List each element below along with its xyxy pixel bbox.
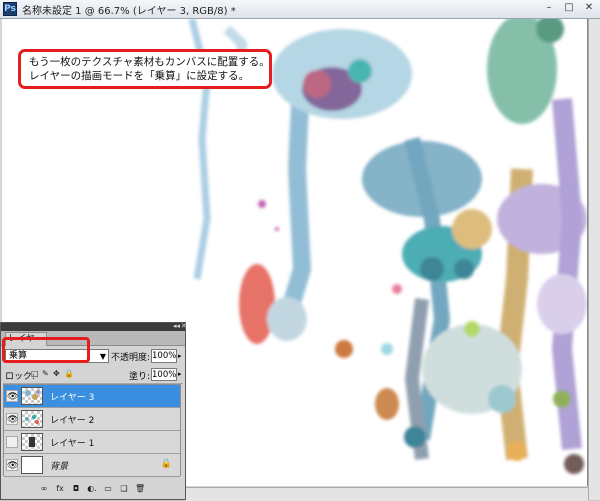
- new-group-icon[interactable]: ▭: [103, 484, 113, 493]
- layer-name: レイヤー 3: [50, 393, 95, 403]
- layer-thumbnail: [21, 410, 43, 428]
- layer-row-3[interactable]: 👁 レイヤー 3: [4, 385, 180, 408]
- thumbnail-art: [29, 437, 35, 447]
- layer-list: 👁 レイヤー 3 👁 レイヤー 2 レイヤー 1 👁 背景 🔒: [3, 384, 181, 477]
- fill-label: 塗り:: [129, 372, 151, 382]
- layer-thumbnail: [21, 456, 43, 474]
- callout-line-1: もう一枚のテクスチャ素材もカンバスに配置する。: [29, 56, 270, 68]
- callout-line-2: レイヤーの描画モードを「乗算」に設定する。: [29, 70, 250, 82]
- minimize-icon[interactable]: –: [542, 2, 556, 15]
- window-controls: – □ ✕: [542, 2, 596, 15]
- eye-icon[interactable]: 👁: [6, 459, 18, 471]
- blend-mode-highlight: [2, 337, 90, 363]
- layer-name: レイヤー 2: [50, 416, 95, 426]
- fill-input[interactable]: 100%: [151, 368, 177, 381]
- new-layer-icon[interactable]: ❑: [119, 484, 129, 493]
- layer-thumbnail: [21, 433, 43, 451]
- eye-icon[interactable]: 👁: [6, 390, 18, 402]
- panel-footer: ∞ fx ◘ ◐. ▭ ❑ 🗑: [3, 480, 181, 496]
- lock-transparent-icon[interactable]: □: [31, 369, 39, 378]
- lock-row: ロック: □ ✎ ✥ 🔒 塗り: 100% ▸: [3, 367, 183, 384]
- lock-icon: 🔒: [160, 459, 172, 469]
- instruction-callout: もう一枚のテクスチャ素材もカンバスに配置する。 レイヤーの描画モードを「乗算」に…: [18, 49, 272, 89]
- lock-position-icon[interactable]: ✥: [53, 369, 61, 378]
- layer-mask-icon[interactable]: ◘: [71, 484, 81, 493]
- panel-header[interactable]: ◂◂ ✕: [1, 322, 187, 331]
- opacity-input[interactable]: 100%: [151, 349, 177, 363]
- eye-hidden-icon[interactable]: [6, 436, 18, 448]
- thumbnail-art: [25, 390, 40, 400]
- horizontal-scrollbar[interactable]: [185, 487, 588, 501]
- panel-close-icon[interactable]: ✕: [181, 322, 187, 331]
- layer-style-icon[interactable]: fx: [55, 484, 65, 493]
- collapse-panel-icon[interactable]: ◂◂: [173, 322, 180, 331]
- vertical-scrollbar[interactable]: [588, 19, 600, 500]
- link-layers-icon[interactable]: ∞: [39, 484, 49, 493]
- layer-row-background[interactable]: 👁 背景 🔒: [4, 454, 180, 477]
- photoshop-icon: Ps: [3, 2, 17, 16]
- layer-name: レイヤー 1: [50, 439, 95, 449]
- chevron-down-icon: ▼: [99, 352, 106, 361]
- document-window: Ps 名称未設定 1 @ 66.7% (レイヤー 3, RGB/8) * – □…: [0, 0, 600, 501]
- eye-icon[interactable]: 👁: [6, 413, 18, 425]
- opacity-slider-icon[interactable]: ▸: [178, 349, 184, 363]
- title-bar[interactable]: Ps 名称未設定 1 @ 66.7% (レイヤー 3, RGB/8) * – □…: [0, 0, 600, 19]
- thumbnail-art: [25, 415, 39, 424]
- lock-icons: □ ✎ ✥ 🔒: [31, 369, 74, 378]
- lock-pixels-icon[interactable]: ✎: [42, 369, 50, 378]
- layer-thumbnail: [21, 387, 43, 405]
- fill-slider-icon[interactable]: ▸: [178, 368, 182, 381]
- trash-icon[interactable]: 🗑: [135, 484, 145, 493]
- adjustment-layer-icon[interactable]: ◐.: [87, 484, 97, 493]
- layer-row-1[interactable]: レイヤー 1: [4, 431, 180, 454]
- lock-all-icon[interactable]: 🔒: [64, 369, 74, 378]
- layer-name: 背景: [50, 462, 69, 472]
- close-icon[interactable]: ✕: [582, 2, 596, 15]
- maximize-icon[interactable]: □: [562, 2, 576, 15]
- window-title: 名称未設定 1 @ 66.7% (レイヤー 3, RGB/8) *: [22, 5, 236, 17]
- opacity-label: 不透明度:: [111, 353, 151, 363]
- layer-row-2[interactable]: 👁 レイヤー 2: [4, 408, 180, 431]
